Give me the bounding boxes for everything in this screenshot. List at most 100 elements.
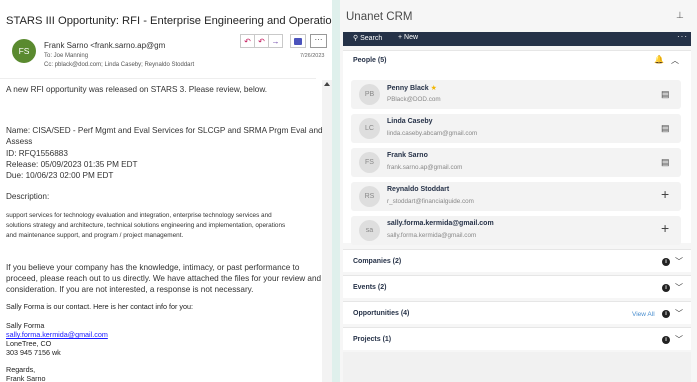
forward-button[interactable]: → [268,34,283,48]
star-icon: ★ [430,85,437,92]
avatar: FS [359,152,380,173]
rfi-id: ID: RFQ1556883 [6,149,68,158]
add-contact-icon[interactable]: + [661,221,669,235]
search-label: Search [360,35,383,42]
bell-icon[interactable]: 🔔 [654,55,664,64]
rfi-release: Release: 05/09/2023 01:35 PM EDT [6,160,138,169]
contact-line: Sally Forma is our contact. Here is her … [6,302,193,311]
more-menu-button[interactable]: ··· [677,32,688,41]
add-contact-icon[interactable]: + [661,187,669,201]
info-icon[interactable]: i [662,336,670,344]
scroll-up-icon[interactable] [324,82,330,86]
companies-section[interactable]: Companies (2) i ﹀ [343,249,691,272]
email-date: 7/26/2023 [300,53,325,59]
companies-header[interactable]: Companies (2) [353,258,401,265]
events-header[interactable]: Events (2) [353,284,386,291]
recipient-to: To: Joe Manning [44,53,89,59]
forward-icon: → [271,36,280,46]
log-activity-icon[interactable]: ▤ [661,157,670,168]
avatar: sa [359,220,380,241]
avatar: LC [359,118,380,139]
person-row[interactable]: sa sally.forma.kermida@gmail.com sally.f… [351,216,681,245]
info-icon[interactable]: i [662,258,670,266]
teams-button[interactable] [290,34,306,48]
person-name: Penny Black ★ [387,85,437,92]
crm-panel: Unanet CRM ⊥ ⚲ Search + New ··· People (… [340,0,697,382]
log-activity-icon[interactable]: ▤ [661,123,670,134]
reply-all-icon: ↶ [258,36,265,46]
log-activity-icon[interactable]: ▤ [661,89,670,100]
person-row[interactable]: RS Reynaldo Stoddart r_stoddart@financia… [351,182,681,211]
opportunities-section[interactable]: Opportunities (4) View All i ﹀ [343,301,691,324]
signature-city: LoneTree, CO [6,339,52,348]
description-line1: support services for technology evaluati… [6,212,272,219]
reply-icon: ↶ [244,36,251,46]
chevron-down-icon[interactable]: ﹀ [675,308,683,319]
person-name: Frank Sarno [387,152,428,159]
person-email: linda.caseby.abcam@gmail.com [387,130,478,137]
pin-icon[interactable]: ⊥ [676,10,684,21]
regards: Regards, [6,365,36,374]
projects-header[interactable]: Projects (1) [353,336,391,343]
panel-empty-area [343,352,691,382]
header-divider [0,78,316,79]
description-label: Description: [6,192,50,201]
teams-icon [294,37,302,45]
person-name: Reynaldo Stoddart [387,186,450,193]
signature-email-link[interactable]: sally.forma.kermida@gmail.com [6,330,108,339]
new-label: New [404,34,419,41]
info-icon[interactable]: i [662,310,670,318]
search-icon: ⚲ [353,35,359,42]
app-window: STARS III Opportunity: RFI - Enterprise … [0,0,697,382]
opportunities-header[interactable]: Opportunities (4) [353,310,409,317]
person-email: PBlack@DOD.com [387,96,441,103]
person-row[interactable]: PB Penny Black ★ PBlack@DOD.com ▤ [351,80,681,109]
chevron-up-icon[interactable]: ︿ [671,55,679,66]
paragraph-line3: consideration. If you are not interested… [6,285,254,294]
signature-phone: 303 945 7156 wk [6,348,61,357]
reply-all-button[interactable]: ↶ [254,34,269,48]
rfi-name-line1: Name: CISA/SED - Perf Mgmt and Eval Serv… [6,126,323,135]
signature-name: Sally Forma [6,321,45,330]
view-all-link[interactable]: View All [632,311,655,318]
description-line2: solutions strategy and architecture, tec… [6,222,286,229]
recipient-cc: Cc: pblack@dod.com; Linda Caseby; Reynal… [44,62,195,68]
person-email: r_stoddart@financialguide.com [387,198,474,205]
sender-line[interactable]: Frank Sarno <frank.sarno.ap@gm [44,41,165,50]
person-row[interactable]: FS Frank Sarno frank.sarno.ap@gmail.com … [351,148,681,177]
email-actions: ↶ ↶ → [240,34,283,48]
rfi-name-line2: Assess [6,137,33,146]
intro-text: A new RFI opportunity was released on ST… [6,85,268,94]
email-reading-pane: STARS III Opportunity: RFI - Enterprise … [0,0,332,382]
person-email: sally.forma.kermida@gmail.com [387,232,477,239]
person-email: frank.sarno.ap@gmail.com [387,164,463,171]
email-scrollbar[interactable] [322,80,332,382]
plus-icon: + [398,34,403,41]
closing-name: Frank Sarno [6,374,46,382]
paragraph-line1: If you believe your company has the know… [6,263,300,272]
chevron-down-icon[interactable]: ﹀ [675,334,683,345]
crm-toolbar: ⚲ Search + New ··· [343,32,691,46]
email-subject: STARS III Opportunity: RFI - Enterprise … [6,15,332,27]
people-section: People (5) 🔔 ︿ PB Penny Black ★ PBlack@D… [343,50,691,245]
description-line3: and maintenance support, and program / p… [6,232,184,239]
info-icon[interactable]: i [662,284,670,292]
person-name: Linda Caseby [387,118,433,125]
paragraph-line2: proceed, please reach out to us directly… [6,274,322,283]
person-row[interactable]: LC Linda Caseby linda.caseby.abcam@gmail… [351,114,681,143]
rfi-due: Due: 10/06/23 02:00 PM EDT [6,171,114,180]
chevron-down-icon[interactable]: ﹀ [675,282,683,293]
projects-section[interactable]: Projects (1) i ﹀ [343,327,691,350]
crm-title: Unanet CRM [346,11,413,23]
search-button[interactable]: ⚲ Search [353,34,382,42]
person-name: sally.forma.kermida@gmail.com [387,220,494,227]
chevron-down-icon[interactable]: ﹀ [675,256,683,267]
more-actions-button[interactable]: ··· [310,34,327,48]
avatar: PB [359,84,380,105]
avatar: RS [359,186,380,207]
sender-avatar[interactable]: FS [12,39,36,63]
reply-button[interactable]: ↶ [240,34,255,48]
people-header[interactable]: People (5) [353,57,386,64]
new-button[interactable]: + New [398,34,418,41]
events-section[interactable]: Events (2) i ﹀ [343,275,691,298]
